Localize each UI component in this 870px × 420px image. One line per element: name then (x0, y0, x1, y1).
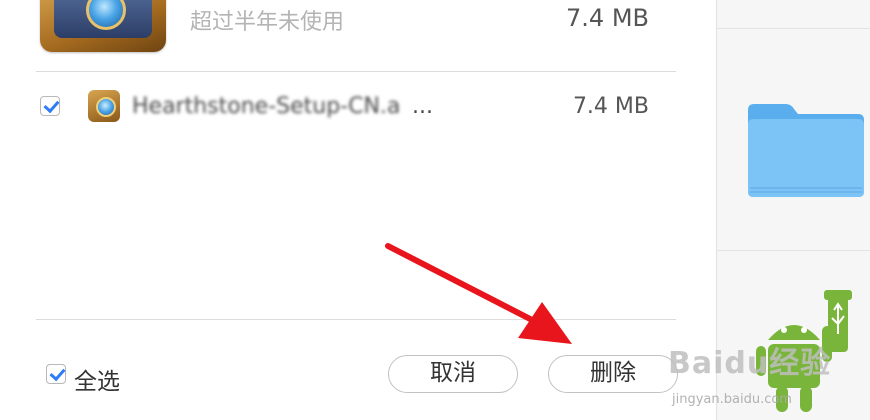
watermark-brand: Baidu经验 (668, 346, 832, 381)
watermark-url: jingyan.baidu.com (672, 392, 792, 407)
